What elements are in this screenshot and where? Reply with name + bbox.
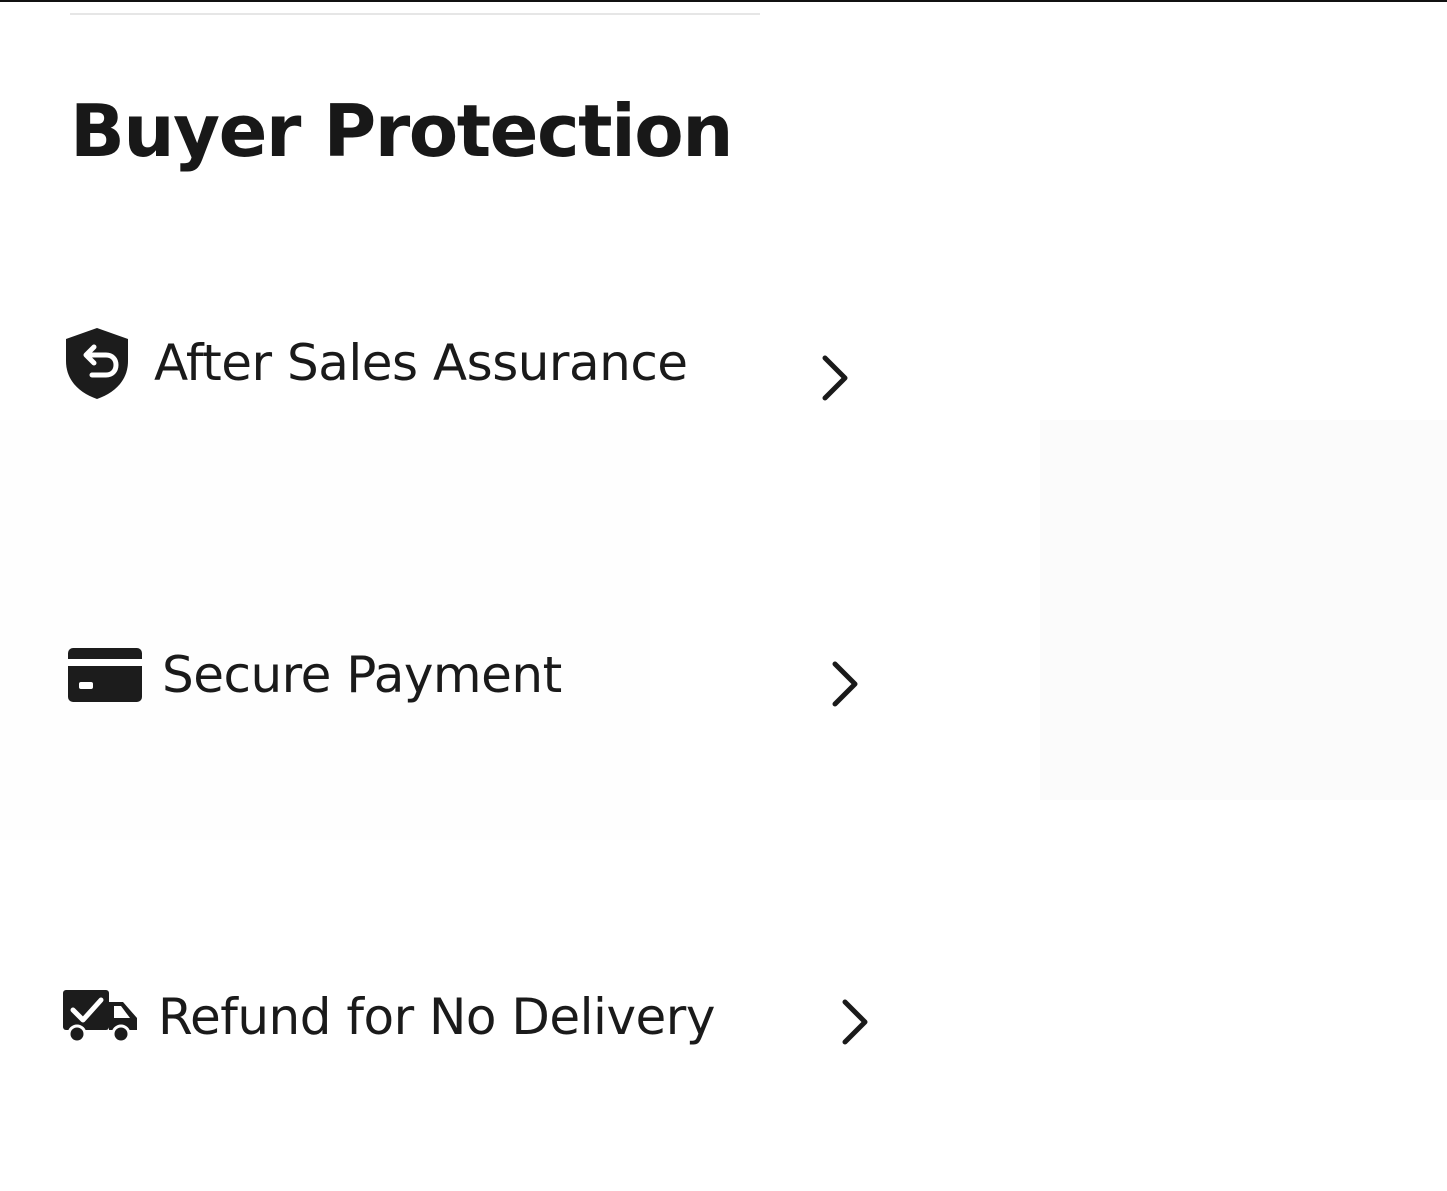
after-sales-assurance-item[interactable]: After Sales Assurance <box>60 318 688 408</box>
credit-card-icon <box>66 647 144 703</box>
protection-list: After Sales Assurance Secure Payment Ref… <box>0 0 1447 1191</box>
shield-return-icon <box>60 325 134 401</box>
item-label: Secure Payment <box>162 646 562 704</box>
chevron-right-icon[interactable] <box>814 350 854 406</box>
item-label: After Sales Assurance <box>154 334 688 392</box>
chevron-right-icon[interactable] <box>824 656 864 712</box>
delivery-truck-check-icon <box>60 988 140 1046</box>
refund-no-delivery-item[interactable]: Refund for No Delivery <box>60 972 715 1062</box>
chevron-right-icon[interactable] <box>834 994 874 1050</box>
item-label: Refund for No Delivery <box>158 988 715 1046</box>
secure-payment-item[interactable]: Secure Payment <box>66 630 562 720</box>
